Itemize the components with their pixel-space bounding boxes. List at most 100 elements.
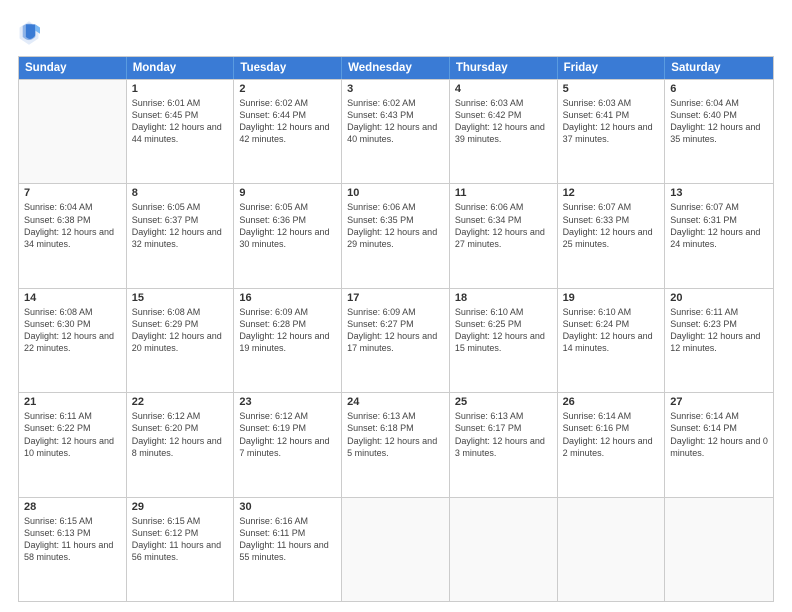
cal-cell-6: 6Sunrise: 6:04 AM Sunset: 6:40 PM Daylig…: [665, 80, 773, 183]
day-number: 25: [455, 396, 552, 408]
cell-info: Sunrise: 6:15 AM Sunset: 6:12 PM Dayligh…: [132, 515, 229, 564]
calendar-header: SundayMondayTuesdayWednesdayThursdayFrid…: [19, 57, 773, 79]
cal-cell-12: 12 Sunrise: 6:07 AM Sunset: 6:33 PM Dayli…: [558, 184, 666, 287]
cal-cell-15: 15 Sunrise: 6:08 AM Sunset: 6:29 PM Dayli…: [127, 289, 235, 392]
cal-cell-17: 17 Sunrise: 6:09 AM Sunset: 6:27 PM Dayli…: [342, 289, 450, 392]
cal-cell-28: 28Sunrise: 6:15 AM Sunset: 6:13 PM Dayli…: [19, 498, 127, 601]
calendar: SundayMondayTuesdayWednesdayThursdayFrid…: [18, 56, 774, 602]
cal-cell-4: 4Sunrise: 6:03 AM Sunset: 6:42 PM Daylig…: [450, 80, 558, 183]
cal-cell-7: 7 Sunrise: 6:04 AM Sunset: 6:38 PM Daylig…: [19, 184, 127, 287]
cal-cell-13: 13 Sunrise: 6:07 AM Sunset: 6:31 PM Dayli…: [665, 184, 773, 287]
day-number: 9: [239, 187, 336, 199]
cal-cell-22: 22 Sunrise: 6:12 AM Sunset: 6:20 PM Dayli…: [127, 393, 235, 496]
week-row-4: 28Sunrise: 6:15 AM Sunset: 6:13 PM Dayli…: [19, 497, 773, 601]
cal-cell-empty-0: [19, 80, 127, 183]
page: SundayMondayTuesdayWednesdayThursdayFrid…: [0, 0, 792, 612]
cal-cell-23: 23Sunrise: 6:12 AM Sunset: 6:19 PM Dayli…: [234, 393, 342, 496]
cell-info: Sunrise: 6:08 AM Sunset: 6:29 PM Dayligh…: [132, 306, 229, 355]
day-number: 1: [132, 83, 229, 95]
cal-cell-26: 26Sunrise: 6:14 AM Sunset: 6:16 PM Dayli…: [558, 393, 666, 496]
cell-info: Sunrise: 6:05 AM Sunset: 6:36 PM Dayligh…: [239, 201, 336, 250]
week-row-0: 1 Sunrise: 6:01 AM Sunset: 6:45 PM Daylig…: [19, 79, 773, 183]
cell-info: Sunrise: 6:06 AM Sunset: 6:34 PM Dayligh…: [455, 201, 552, 250]
cal-cell-empty-4: [450, 498, 558, 601]
cell-info: Sunrise: 6:04 AM Sunset: 6:40 PM Dayligh…: [670, 97, 768, 146]
logo: [18, 18, 44, 48]
cal-cell-1: 1 Sunrise: 6:01 AM Sunset: 6:45 PM Daylig…: [127, 80, 235, 183]
cell-info: Sunrise: 6:07 AM Sunset: 6:31 PM Dayligh…: [670, 201, 768, 250]
day-number: 21: [24, 396, 121, 408]
cell-info: Sunrise: 6:11 AM Sunset: 6:23 PM Dayligh…: [670, 306, 768, 355]
day-number: 13: [670, 187, 768, 199]
day-number: 19: [563, 292, 660, 304]
cal-cell-empty-3: [342, 498, 450, 601]
day-number: 18: [455, 292, 552, 304]
day-number: 22: [132, 396, 229, 408]
cell-info: Sunrise: 6:03 AM Sunset: 6:41 PM Dayligh…: [563, 97, 660, 146]
cal-cell-16: 16Sunrise: 6:09 AM Sunset: 6:28 PM Dayli…: [234, 289, 342, 392]
cell-info: Sunrise: 6:11 AM Sunset: 6:22 PM Dayligh…: [24, 410, 121, 459]
cal-cell-3: 3 Sunrise: 6:02 AM Sunset: 6:43 PM Daylig…: [342, 80, 450, 183]
day-number: 3: [347, 83, 444, 95]
cal-cell-14: 14 Sunrise: 6:08 AM Sunset: 6:30 PM Dayli…: [19, 289, 127, 392]
day-number: 17: [347, 292, 444, 304]
day-number: 10: [347, 187, 444, 199]
day-number: 12: [563, 187, 660, 199]
week-row-3: 21 Sunrise: 6:11 AM Sunset: 6:22 PM Dayli…: [19, 392, 773, 496]
logo-icon: [18, 18, 40, 48]
cal-cell-empty-5: [558, 498, 666, 601]
day-number: 14: [24, 292, 121, 304]
header-day-tuesday: Tuesday: [234, 57, 342, 79]
day-number: 29: [132, 501, 229, 513]
cell-info: Sunrise: 6:10 AM Sunset: 6:24 PM Dayligh…: [563, 306, 660, 355]
day-number: 30: [239, 501, 336, 513]
header-day-wednesday: Wednesday: [342, 57, 450, 79]
cell-info: Sunrise: 6:16 AM Sunset: 6:11 PM Dayligh…: [239, 515, 336, 564]
cell-info: Sunrise: 6:13 AM Sunset: 6:18 PM Dayligh…: [347, 410, 444, 459]
day-number: 15: [132, 292, 229, 304]
day-number: 2: [239, 83, 336, 95]
cal-cell-11: 11Sunrise: 6:06 AM Sunset: 6:34 PM Dayli…: [450, 184, 558, 287]
cell-info: Sunrise: 6:12 AM Sunset: 6:20 PM Dayligh…: [132, 410, 229, 459]
cell-info: Sunrise: 6:10 AM Sunset: 6:25 PM Dayligh…: [455, 306, 552, 355]
header-day-sunday: Sunday: [19, 57, 127, 79]
cell-info: Sunrise: 6:02 AM Sunset: 6:44 PM Dayligh…: [239, 97, 336, 146]
cal-cell-9: 9 Sunrise: 6:05 AM Sunset: 6:36 PM Daylig…: [234, 184, 342, 287]
cal-cell-24: 24 Sunrise: 6:13 AM Sunset: 6:18 PM Dayli…: [342, 393, 450, 496]
cell-info: Sunrise: 6:13 AM Sunset: 6:17 PM Dayligh…: [455, 410, 552, 459]
day-number: 27: [670, 396, 768, 408]
cell-info: Sunrise: 6:07 AM Sunset: 6:33 PM Dayligh…: [563, 201, 660, 250]
cell-info: Sunrise: 6:05 AM Sunset: 6:37 PM Dayligh…: [132, 201, 229, 250]
cell-info: Sunrise: 6:14 AM Sunset: 6:14 PM Dayligh…: [670, 410, 768, 459]
cell-info: Sunrise: 6:02 AM Sunset: 6:43 PM Dayligh…: [347, 97, 444, 146]
day-number: 20: [670, 292, 768, 304]
header: [18, 18, 774, 48]
cal-cell-2: 2 Sunrise: 6:02 AM Sunset: 6:44 PM Daylig…: [234, 80, 342, 183]
week-row-1: 7 Sunrise: 6:04 AM Sunset: 6:38 PM Daylig…: [19, 183, 773, 287]
day-number: 16: [239, 292, 336, 304]
week-row-2: 14 Sunrise: 6:08 AM Sunset: 6:30 PM Dayli…: [19, 288, 773, 392]
header-day-friday: Friday: [558, 57, 666, 79]
day-number: 5: [563, 83, 660, 95]
header-day-thursday: Thursday: [450, 57, 558, 79]
cell-info: Sunrise: 6:14 AM Sunset: 6:16 PM Dayligh…: [563, 410, 660, 459]
calendar-body: 1 Sunrise: 6:01 AM Sunset: 6:45 PM Daylig…: [19, 79, 773, 601]
cell-info: Sunrise: 6:04 AM Sunset: 6:38 PM Dayligh…: [24, 201, 121, 250]
cal-cell-30: 30 Sunrise: 6:16 AM Sunset: 6:11 PM Dayli…: [234, 498, 342, 601]
cell-info: Sunrise: 6:06 AM Sunset: 6:35 PM Dayligh…: [347, 201, 444, 250]
header-day-monday: Monday: [127, 57, 235, 79]
day-number: 7: [24, 187, 121, 199]
cal-cell-empty-6: [665, 498, 773, 601]
day-number: 24: [347, 396, 444, 408]
cell-info: Sunrise: 6:08 AM Sunset: 6:30 PM Dayligh…: [24, 306, 121, 355]
cal-cell-21: 21 Sunrise: 6:11 AM Sunset: 6:22 PM Dayli…: [19, 393, 127, 496]
cal-cell-5: 5 Sunrise: 6:03 AM Sunset: 6:41 PM Daylig…: [558, 80, 666, 183]
cell-info: Sunrise: 6:09 AM Sunset: 6:27 PM Dayligh…: [347, 306, 444, 355]
day-number: 28: [24, 501, 121, 513]
cell-info: Sunrise: 6:03 AM Sunset: 6:42 PM Dayligh…: [455, 97, 552, 146]
cal-cell-27: 27 Sunrise: 6:14 AM Sunset: 6:14 PM Dayli…: [665, 393, 773, 496]
day-number: 23: [239, 396, 336, 408]
cal-cell-10: 10 Sunrise: 6:06 AM Sunset: 6:35 PM Dayli…: [342, 184, 450, 287]
cal-cell-8: 8Sunrise: 6:05 AM Sunset: 6:37 PM Daylig…: [127, 184, 235, 287]
cell-info: Sunrise: 6:01 AM Sunset: 6:45 PM Dayligh…: [132, 97, 229, 146]
